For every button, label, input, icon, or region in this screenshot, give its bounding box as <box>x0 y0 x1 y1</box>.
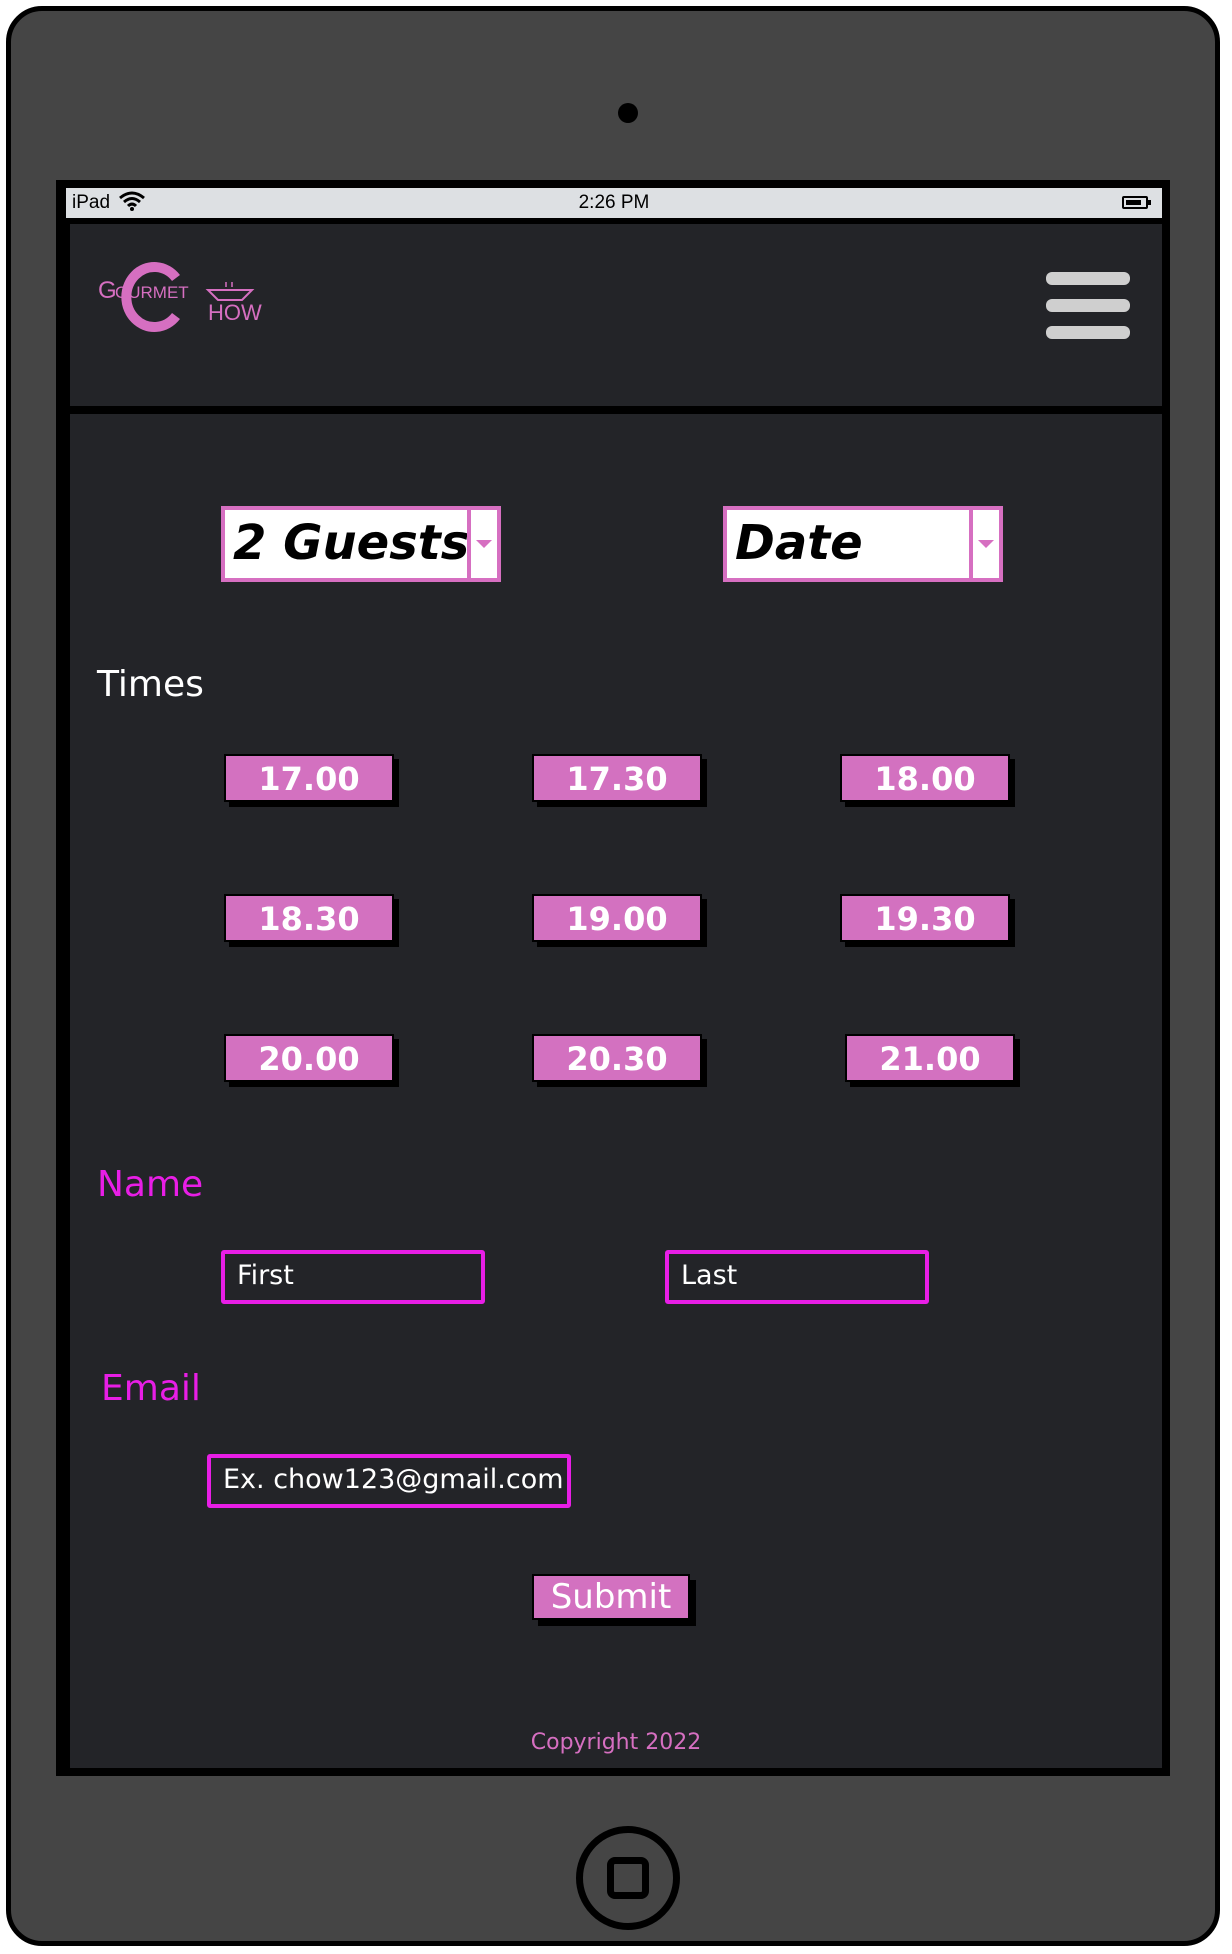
logo-graphic: G OURMET C HOW <box>98 262 262 332</box>
guests-select[interactable]: 2 Guests <box>221 506 501 582</box>
menu-line <box>1046 326 1130 339</box>
submit-button[interactable]: Submit <box>532 1574 690 1620</box>
app-header: G OURMET C HOW <box>70 224 1162 410</box>
home-button[interactable] <box>576 1826 680 1930</box>
booking-form: 2 Guests Date Times 17.00 17.30 18.00 18… <box>70 414 1162 1768</box>
email-field[interactable]: Ex. chow123@gmail.com <box>207 1454 571 1508</box>
time-slot-button[interactable]: 21.00 <box>845 1034 1015 1082</box>
status-time: 2:26 PM <box>578 192 650 213</box>
camera-icon <box>618 103 638 123</box>
date-select[interactable]: Date <box>723 506 1003 582</box>
battery-icon <box>1122 196 1151 209</box>
time-slot-button[interactable]: 20.30 <box>532 1034 702 1082</box>
guests-select-value: 2 Guests <box>233 515 470 571</box>
menu-line <box>1046 299 1130 312</box>
time-slot-button[interactable]: 19.00 <box>532 894 702 942</box>
times-label: Times <box>97 664 204 705</box>
time-slot-button[interactable]: 17.30 <box>532 754 702 802</box>
time-slot-button[interactable]: 20.00 <box>224 1034 394 1082</box>
name-label: Name <box>97 1164 204 1205</box>
status-bar: iPad 2:26 PM <box>66 188 1162 218</box>
time-slot-button[interactable]: 17.00 <box>224 754 394 802</box>
time-slot-button[interactable]: 19.30 <box>840 894 1010 942</box>
logo-text-ourmet: OURMET <box>115 283 189 302</box>
email-label: Email <box>101 1368 201 1409</box>
first-name-field[interactable]: First <box>221 1250 485 1304</box>
chevron-down-icon[interactable] <box>969 510 999 578</box>
logo-text-how: HOW <box>208 300 262 325</box>
copyright-text: Copyright 2022 <box>530 1730 702 1755</box>
last-name-field[interactable]: Last <box>665 1250 929 1304</box>
chevron-down-icon[interactable] <box>467 510 497 578</box>
hamburger-menu-icon[interactable] <box>1046 272 1130 344</box>
time-slot-button[interactable]: 18.00 <box>840 754 1010 802</box>
time-slot-button[interactable]: 18.30 <box>224 894 394 942</box>
date-select-value: Date <box>735 515 863 571</box>
logo-letter-g: G <box>98 277 117 304</box>
menu-line <box>1046 272 1130 285</box>
gourmet-chow-logo[interactable]: G OURMET C HOW <box>98 254 268 344</box>
